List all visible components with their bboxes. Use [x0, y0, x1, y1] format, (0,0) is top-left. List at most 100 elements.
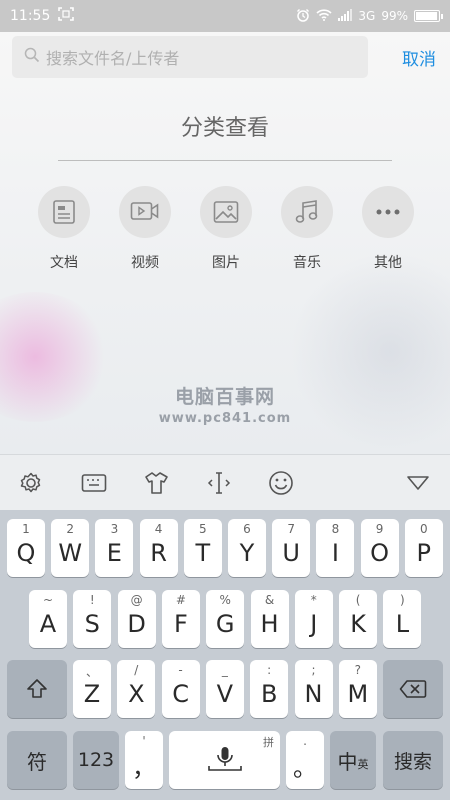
- key-sup-label: ~: [42, 593, 54, 607]
- search-key[interactable]: 搜索: [383, 731, 443, 789]
- key-x[interactable]: / X: [117, 660, 156, 718]
- language-key-main: 中: [337, 749, 358, 774]
- key-d[interactable]: @ D: [117, 590, 156, 648]
- key-sup-label: *: [310, 593, 317, 607]
- document-icon: [38, 186, 90, 238]
- category-image[interactable]: 图片: [198, 186, 254, 272]
- key-sup-label: ;: [311, 663, 316, 677]
- key-a[interactable]: ~ A: [29, 590, 67, 648]
- key-main-label: O: [370, 539, 390, 567]
- period-key-sup: .: [303, 734, 307, 748]
- key-sup-label: 1: [22, 522, 30, 536]
- search-row: 搜索文件名/上传者 取消: [12, 36, 438, 78]
- search-key-label: 搜索: [393, 750, 432, 773]
- category-video[interactable]: 视频: [117, 186, 173, 272]
- number-key[interactable]: 123: [73, 731, 119, 789]
- key-k[interactable]: (K: [339, 590, 378, 648]
- key-w[interactable]: 2W: [51, 519, 90, 577]
- key-q[interactable]: 1Q: [7, 519, 45, 577]
- key-main-label: Q: [16, 539, 36, 567]
- category-label: 其他: [374, 255, 402, 271]
- comma-key-label: ，: [132, 753, 156, 782]
- symbol-key[interactable]: 符: [7, 731, 67, 789]
- wifi-icon: [316, 8, 332, 24]
- key-m[interactable]: ? M: [338, 660, 377, 718]
- key-sup-label: @: [130, 593, 143, 607]
- key-main-label: U: [282, 539, 300, 567]
- cursor-move-icon[interactable]: [205, 469, 233, 497]
- key-main-label: B: [260, 680, 278, 708]
- watermark-url: www.pc841.com: [158, 411, 292, 426]
- space-key-sup: 拼: [263, 736, 274, 749]
- key-n[interactable]: ; N: [294, 660, 333, 718]
- key-main-label: C: [172, 680, 189, 708]
- key-f[interactable]: # F: [161, 590, 200, 648]
- category-label: 文档: [50, 255, 78, 271]
- settings-gear-icon[interactable]: [17, 469, 45, 497]
- comma-key[interactable]: ' ，: [125, 731, 163, 789]
- keyboard-icon[interactable]: [80, 469, 108, 497]
- key-sup-label: /: [134, 663, 139, 677]
- shift-key[interactable]: [7, 660, 67, 718]
- key-e[interactable]: 3E: [95, 519, 134, 577]
- key-h[interactable]: & H: [250, 590, 289, 648]
- key-sup-label: !: [89, 593, 95, 607]
- period-key[interactable]: . 。: [286, 731, 324, 789]
- key-sup-label: (: [355, 593, 361, 607]
- key-z[interactable]: 、 Z: [73, 660, 111, 718]
- network-type: 3G: [358, 9, 376, 23]
- key-sup-label: 3: [110, 522, 119, 536]
- key-sup-label: 4: [154, 522, 163, 536]
- key-main-label: Y: [239, 539, 255, 567]
- more-icon: [362, 186, 414, 238]
- key-t[interactable]: 5T: [183, 519, 222, 577]
- key-main-label: A: [39, 610, 57, 638]
- skin-shirt-icon[interactable]: [142, 469, 170, 497]
- key-j[interactable]: * J: [294, 590, 333, 648]
- battery-percent: 99%: [381, 9, 408, 23]
- key-u[interactable]: 7U: [272, 519, 311, 577]
- category-label: 视频: [131, 255, 159, 271]
- watermark-title: 电脑百事网: [174, 386, 275, 408]
- video-icon: [119, 186, 171, 238]
- key-main-label: D: [127, 610, 146, 638]
- key-l[interactable]: ) L: [383, 590, 422, 648]
- alarm-icon: [296, 8, 310, 25]
- key-sup-label: 8: [331, 522, 340, 536]
- key-sup-label: -: [178, 663, 183, 677]
- emoji-smile-icon[interactable]: [267, 469, 295, 497]
- category-document[interactable]: 文档: [36, 186, 92, 272]
- key-sup-label: 0: [419, 522, 428, 536]
- key-y[interactable]: 6Y: [228, 519, 266, 577]
- number-key-label: 123: [77, 749, 115, 771]
- key-main-label: S: [84, 610, 100, 638]
- key-c[interactable]: -C: [161, 660, 200, 718]
- key-main-label: K: [350, 610, 366, 638]
- key-b[interactable]: :B: [250, 660, 289, 718]
- key-i[interactable]: 8I: [316, 519, 355, 577]
- key-p[interactable]: 0P: [404, 519, 443, 577]
- key-main-label: N: [304, 680, 323, 708]
- keyboard-toolbar: [0, 454, 450, 510]
- backspace-key[interactable]: [383, 660, 443, 718]
- key-o[interactable]: 9O: [360, 519, 399, 577]
- key-s[interactable]: ! S: [73, 590, 112, 648]
- key-sup-label: &: [264, 593, 275, 607]
- language-toggle-key[interactable]: 中英: [330, 731, 376, 789]
- key-sup-label: 2: [66, 522, 74, 536]
- key-v[interactable]: _ V: [205, 660, 244, 718]
- key-main-label: E: [106, 539, 122, 567]
- collapse-keyboard-icon[interactable]: [404, 469, 432, 497]
- cancel-button[interactable]: 取消: [402, 45, 438, 70]
- key-main-label: G: [215, 610, 235, 638]
- image-icon: [200, 186, 252, 238]
- key-r[interactable]: 4R: [139, 519, 178, 577]
- battery-icon: [414, 10, 443, 22]
- category-other[interactable]: 其他: [360, 186, 416, 272]
- category-music[interactable]: 音乐: [279, 186, 335, 272]
- key-main-label: X: [128, 680, 145, 708]
- search-input[interactable]: 搜索文件名/上传者: [12, 36, 368, 78]
- space-key[interactable]: 拼: [169, 731, 280, 789]
- period-key-label: 。: [293, 753, 317, 782]
- key-g[interactable]: % G: [206, 590, 245, 648]
